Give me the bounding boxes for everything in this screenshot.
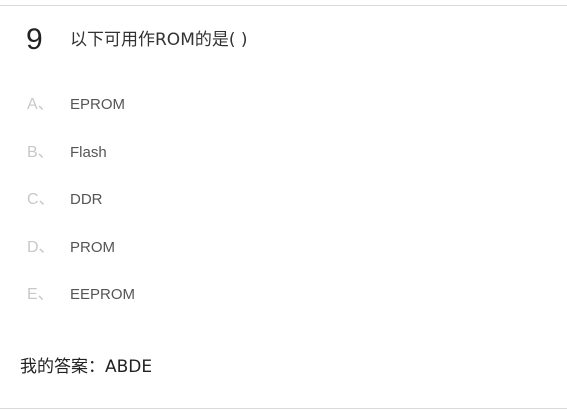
my-answer-value: ABDE [105, 357, 153, 377]
option-text: EEPROM [70, 286, 136, 303]
option-text: DDR [70, 191, 103, 208]
option-e[interactable]: E、 EEPROM [0, 283, 567, 331]
option-b[interactable]: B、 Flash [0, 141, 567, 189]
option-a[interactable]: A、 EPROM [0, 93, 567, 141]
option-letter: C、 [27, 191, 55, 208]
option-c[interactable]: C、 DDR [0, 188, 567, 236]
option-text: EPROM [70, 96, 126, 113]
option-letter: E、 [27, 286, 54, 303]
option-letter: A、 [27, 96, 54, 113]
option-text: Flash [70, 143, 107, 161]
options-list: A、 EPROM B、 Flash C、 DDR D、 PROM E、 EEPR… [0, 93, 567, 331]
option-letter: B、 [27, 143, 54, 161]
bottom-divider [0, 408, 567, 409]
top-divider [0, 5, 567, 6]
option-d[interactable]: D、 PROM [0, 236, 567, 284]
option-letter: D、 [27, 238, 55, 256]
my-answer-label: 我的答案： [20, 357, 105, 377]
my-answer: 我的答案：ABDE [20, 356, 152, 378]
option-text: PROM [70, 238, 115, 256]
question-text: 以下可用作ROM的是( ) [70, 30, 248, 50]
question-number: 9 [26, 23, 43, 56]
